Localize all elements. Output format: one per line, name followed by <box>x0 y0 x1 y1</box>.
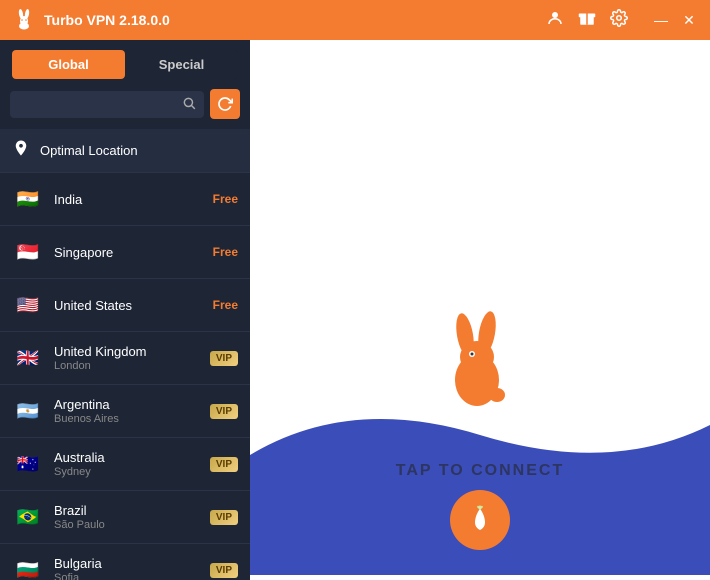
server-name-uk: United Kingdom <box>54 344 200 359</box>
server-name-singapore: Singapore <box>54 245 203 260</box>
tab-special[interactable]: Special <box>125 50 238 79</box>
server-name-brazil: Brazil <box>54 503 200 518</box>
tab-global[interactable]: Global <box>12 50 125 79</box>
server-item-bulgaria[interactable]: 🇧🇬 Bulgaria Sofia VIP <box>0 544 250 580</box>
server-info-australia: Australia Sydney <box>54 450 200 478</box>
server-info-india: India <box>54 192 203 207</box>
close-button[interactable]: ✕ <box>680 12 698 29</box>
server-item-us[interactable]: 🇺🇸 United States Free <box>0 279 250 332</box>
gift-icon[interactable] <box>578 9 596 32</box>
toolbar-icons: — ✕ <box>546 9 698 32</box>
flag-argentina: 🇦🇷 <box>12 395 44 427</box>
window-controls: — ✕ <box>652 12 698 29</box>
refresh-button[interactable] <box>210 89 240 119</box>
badge-vip-bulgaria: VIP <box>210 563 238 578</box>
server-list[interactable]: Optimal Location 🇮🇳 India Free 🇸🇬 Singap… <box>0 129 250 580</box>
server-item-optimal[interactable]: Optimal Location <box>0 129 250 173</box>
badge-vip-australia: VIP <box>210 457 238 472</box>
server-item-singapore[interactable]: 🇸🇬 Singapore Free <box>0 226 250 279</box>
server-info-singapore: Singapore <box>54 245 203 260</box>
server-sub-brazil: São Paulo <box>54 519 200 531</box>
server-sub-uk: London <box>54 360 200 372</box>
server-item-india[interactable]: 🇮🇳 India Free <box>0 173 250 226</box>
server-info-argentina: Argentina Buenos Aires <box>54 397 200 425</box>
account-icon[interactable] <box>546 9 564 32</box>
search-input[interactable] <box>18 97 182 111</box>
server-item-uk[interactable]: 🇬🇧 United Kingdom London VIP <box>0 332 250 385</box>
server-name-optimal: Optimal Location <box>40 143 238 158</box>
flag-bulgaria: 🇧🇬 <box>12 554 44 580</box>
badge-vip-brazil: VIP <box>210 510 238 525</box>
flag-us: 🇺🇸 <box>12 289 44 321</box>
badge-free-us: Free <box>213 298 238 312</box>
badge-free-singapore: Free <box>213 245 238 259</box>
tap-to-connect-label: TAP TO CONNECT <box>396 462 564 480</box>
flag-singapore: 🇸🇬 <box>12 236 44 268</box>
main-layout: Global Special Optimal Lo <box>0 40 710 580</box>
server-name-bulgaria: Bulgaria <box>54 556 200 571</box>
badge-vip-argentina: VIP <box>210 404 238 419</box>
location-icon <box>12 139 30 162</box>
sidebar: Global Special Optimal Lo <box>0 40 250 580</box>
server-info-optimal: Optimal Location <box>40 143 238 158</box>
server-name-australia: Australia <box>54 450 200 465</box>
title-bar: Turbo VPN 2.18.0.0 — ✕ <box>0 0 710 40</box>
minimize-button[interactable]: — <box>652 12 670 29</box>
server-sub-australia: Sydney <box>54 466 200 478</box>
connect-button[interactable] <box>450 490 510 550</box>
server-item-brazil[interactable]: 🇧🇷 Brazil São Paulo VIP <box>0 491 250 544</box>
server-name-argentina: Argentina <box>54 397 200 412</box>
flag-india: 🇮🇳 <box>12 183 44 215</box>
server-info-us: United States <box>54 298 203 313</box>
server-name-us: United States <box>54 298 203 313</box>
right-panel: TAP TO CONNECT <box>250 40 710 580</box>
server-item-argentina[interactable]: 🇦🇷 Argentina Buenos Aires VIP <box>0 385 250 438</box>
badge-free-india: Free <box>213 192 238 206</box>
server-info-uk: United Kingdom London <box>54 344 200 372</box>
tab-bar: Global Special <box>0 40 250 89</box>
app-title: Turbo VPN 2.18.0.0 <box>44 12 546 28</box>
server-item-australia[interactable]: 🇦🇺 Australia Sydney VIP <box>0 438 250 491</box>
server-name-india: India <box>54 192 203 207</box>
server-info-brazil: Brazil São Paulo <box>54 503 200 531</box>
settings-icon[interactable] <box>610 9 628 32</box>
flag-brazil: 🇧🇷 <box>12 501 44 533</box>
server-sub-bulgaria: Sofia <box>54 572 200 580</box>
search-icon <box>182 96 196 113</box>
search-row <box>0 89 250 129</box>
badge-vip-uk: VIP <box>210 351 238 366</box>
app-logo <box>12 8 36 32</box>
search-box[interactable] <box>10 91 204 118</box>
flag-uk: 🇬🇧 <box>12 342 44 374</box>
server-sub-argentina: Buenos Aires <box>54 413 200 425</box>
server-info-bulgaria: Bulgaria Sofia <box>54 556 200 580</box>
flag-australia: 🇦🇺 <box>12 448 44 480</box>
